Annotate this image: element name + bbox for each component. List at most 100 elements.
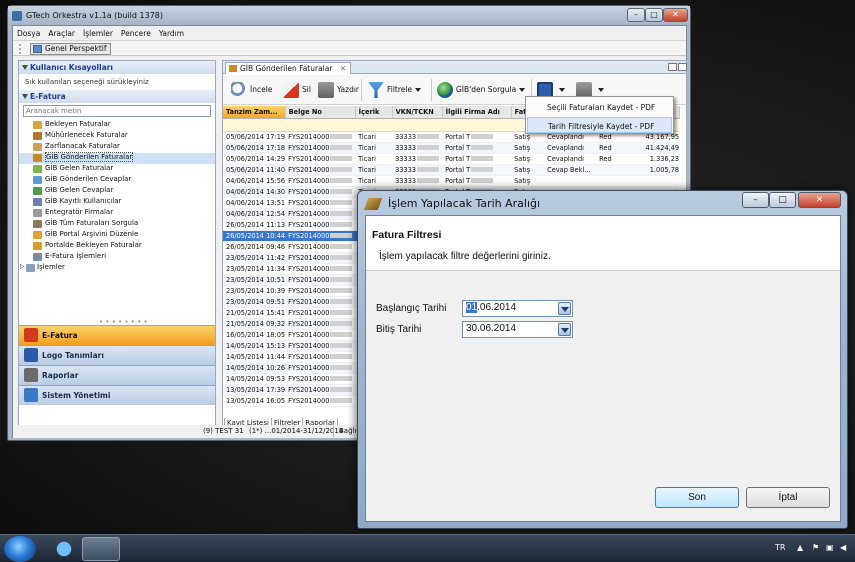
column-header[interactable]: Belge No [285,106,356,119]
sil-label: Sil [302,85,311,94]
maximize-button[interactable]: □ [645,8,663,22]
nav-button[interactable]: Raporlar [19,365,215,385]
nav-button[interactable]: Sistem Yönetimi [19,385,215,405]
filtrele-button[interactable]: Filtrele [368,81,422,99]
redacted-block [330,178,353,183]
tree-item[interactable]: GİB Portal Arşivini Düzenle [19,230,215,241]
app-icon [12,11,22,21]
magnifier-icon [231,82,247,98]
gib-sorgula-button[interactable]: GİB'den Sorgula [437,81,526,99]
menu-4[interactable]: Yardım [155,26,188,38]
print-dropdown-icon[interactable] [598,88,604,92]
table-cell: Portal T [442,142,512,154]
column-header[interactable]: Tanzim Zam... [223,106,286,119]
nav-button[interactable]: E-Fatura [19,325,215,345]
flag-icon[interactable]: ⚑ [812,543,819,552]
column-header[interactable]: İlgili Firma Adı [442,106,512,119]
expand-icon[interactable]: ▷ [20,263,25,270]
internet-explorer-icon[interactable] [44,537,84,561]
table-cell: Satış [511,164,545,176]
close-button[interactable]: ✕ [663,8,688,22]
filter-cell[interactable] [285,118,356,132]
volume-icon[interactable]: ◀ [840,543,846,552]
menu-1[interactable]: Araçlar [44,26,79,38]
main-title-bar[interactable]: GTech Orkestra v1.1a (build 1378) – □ ✕ [8,6,690,25]
tree-item[interactable]: GİB Gönderilen Cevaplar [19,175,215,186]
maximize-view-icon[interactable] [678,63,687,71]
tree-search-input[interactable]: Aranacak metin [23,105,211,117]
column-header[interactable]: İçerik [355,106,393,119]
menu-item-save-date-filter-pdf[interactable]: Tarih Filtresiyle Kaydet - PDF [527,117,672,133]
toolbar-grip[interactable] [19,44,25,54]
efatura-header[interactable]: E-Fatura [19,90,215,103]
start-date-field[interactable]: 01.06.2014 [462,300,573,317]
cell-text: Red [599,143,612,152]
table-row[interactable]: 05/06/2014 14:29 FYS2014000 Ticari 33333 Por… [223,153,680,165]
table-cell: FYS2014000 [285,186,356,198]
nav-button[interactable]: Logo Tanımları [19,345,215,365]
filter-cell[interactable] [392,118,443,132]
tree-item[interactable]: ▷ İşlemler [19,263,215,274]
start-date-dropdown-icon[interactable] [558,302,571,315]
tree-item[interactable]: GİB Gelen Faturalar [19,164,215,175]
save-dropdown-icon[interactable] [559,88,565,92]
network-icon[interactable]: ▣ [826,543,834,552]
dialog-minimize-button[interactable]: – [742,192,769,208]
cell-text: FYS2014000 [288,286,330,295]
minimize-button[interactable]: – [627,8,645,22]
menu-3[interactable]: Pencere [117,26,155,38]
son-button[interactable]: Son [655,487,739,508]
status-divider [333,426,334,437]
table-cell: FYS2014000 [285,142,356,154]
incele-button[interactable]: İncele [231,81,272,99]
dialog-maximize-button[interactable]: □ [769,192,796,208]
table-cell: FYS2014000 [285,362,356,374]
close-tab-icon[interactable]: ✕ [340,64,346,73]
menu-item-save-selected-pdf[interactable]: Seçili Faturaları Kaydet - PDF [527,99,672,115]
cell-text: FYS2014000 [288,220,330,229]
table-row[interactable]: 05/06/2014 17:18 FYS2014000 Ticari 33333 Por… [223,142,680,154]
filter-cell[interactable] [442,118,512,132]
language-indicator[interactable]: TR [775,543,785,552]
menu-0[interactable]: Dosya [13,26,44,38]
start-button[interactable] [4,536,36,562]
orkestra-taskbar-button[interactable] [82,537,120,561]
tray-arrow-icon[interactable]: ▲ [797,543,803,552]
tree-item[interactable]: GİB Gönderilen Faturalar [19,152,215,164]
tree-item[interactable]: GİB Kayıtlı Kullanıcılar [19,197,215,208]
table-cell: Ticari [355,175,393,187]
tree-item[interactable]: Bekleyen Faturalar [19,120,215,131]
cell-text: Portal T [445,132,471,141]
filter-cell[interactable] [223,118,286,132]
cell-text: 05/06/2014 11:40 [226,165,286,174]
end-date-dropdown-icon[interactable] [558,323,571,336]
tree-item-icon [33,220,42,228]
table-cell: FYS2014000 [285,307,356,319]
tab-gib-gonderilen-faturalar[interactable]: GİB Gönderilen Faturalar ✕ [225,62,352,74]
table-row[interactable]: 04/06/2014 15:56 FYS2014000 Ticari 33333 Por… [223,175,680,187]
column-header[interactable]: VKN/TCKN [392,106,443,119]
gib-sorgula-dropdown-icon[interactable] [519,88,526,92]
table-cell: FYS2014000 [285,219,356,231]
cell-text: 23/05/2014 09:51 [226,297,286,306]
tree-item[interactable]: Entegratör Firmalar [19,208,215,219]
sil-button[interactable]: Sil [283,81,311,99]
cell-text: Ticari [358,143,376,152]
dialog-close-button[interactable]: ✕ [798,192,841,208]
tree-item[interactable]: Portalde Bekleyen Faturalar [19,241,215,252]
table-row[interactable]: 05/06/2014 11:40 FYS2014000 Ticari 33333 Por… [223,164,680,176]
end-date-field[interactable]: 30.06.2014 [462,321,573,338]
minimize-view-icon[interactable] [668,63,677,71]
iptal-button[interactable]: İptal [746,487,830,508]
cell-text: FYS2014000 [288,341,330,350]
tree-item[interactable]: E-Fatura İşlemleri [19,252,215,263]
shortcuts-header[interactable]: Kullanıcı Kısayolları [19,61,215,74]
tree-item[interactable]: Mühürlenecek Faturalar [19,131,215,142]
tree-item[interactable]: GİB Tüm Faturaları Sorgula [19,219,215,230]
perspective-button[interactable]: Genel Perspektif [30,43,111,55]
filtrele-dropdown-icon[interactable] [415,88,422,92]
menu-2[interactable]: İşlemler [79,26,117,38]
tree-item[interactable]: GİB Gelen Cevaplar [19,186,215,197]
yazdir-button[interactable]: Yazdır [318,81,359,99]
filter-cell[interactable] [355,118,393,132]
